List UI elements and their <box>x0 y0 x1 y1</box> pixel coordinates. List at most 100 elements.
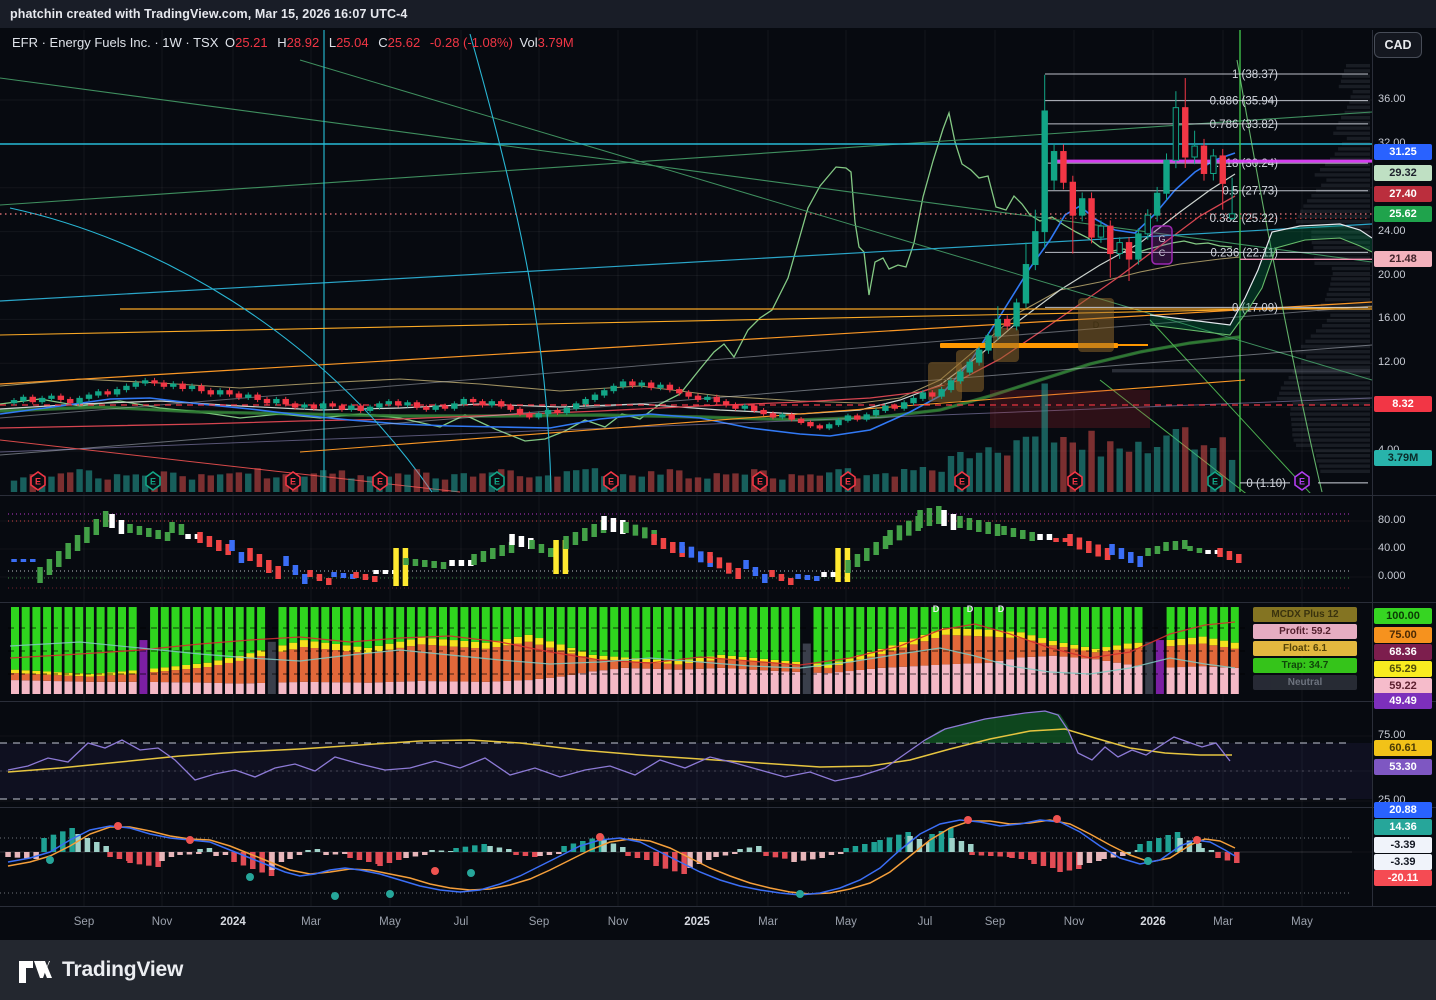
tradingview-logo-icon[interactable] <box>18 955 52 985</box>
macd-buy-dot <box>46 856 54 864</box>
mcdx-bar-segment <box>471 607 480 642</box>
mcdx-bar-segment <box>471 641 480 649</box>
currency-toggle-button[interactable]: CAD <box>1374 32 1422 58</box>
time-axis-label: Jul <box>453 916 469 928</box>
macd-hist-bar <box>146 852 152 866</box>
macd-hist-bar <box>1101 852 1107 859</box>
macd-hist-bar <box>213 852 219 856</box>
macd-sell-dot <box>186 836 194 844</box>
mcdx-bar-segment <box>899 666 908 694</box>
mcdx-legend-row[interactable]: Profit: 59.2 <box>1253 624 1357 639</box>
axis-tick-label: 24.00 <box>1378 224 1406 237</box>
mcdx-bar-segment <box>235 683 244 694</box>
macd-hist-bar <box>222 852 229 855</box>
volume-profile-row <box>1296 443 1370 447</box>
macd-hist-bar <box>1018 852 1025 859</box>
mcdx-bar-segment <box>1188 644 1196 667</box>
momentum-bar <box>1217 548 1223 557</box>
macd-hist-bar <box>377 852 383 866</box>
volume-bar <box>994 452 1002 492</box>
mcdx-bar-segment <box>781 607 790 661</box>
volume-bar <box>479 473 486 492</box>
svg-text:E: E <box>845 477 851 487</box>
mcdx-bar-segment <box>867 668 875 694</box>
macd-hist-bar <box>737 849 743 852</box>
mcdx-bar-segment <box>599 655 608 660</box>
chart-area[interactable]: D D D 1 (38.37) 0.886 (35.94) 0.786 (33.82) 0.… <box>0 28 1436 940</box>
mcdx-bar-segment <box>877 667 886 694</box>
candle <box>1182 107 1189 158</box>
mcdx-bar-segment <box>428 607 437 639</box>
momentum-bar <box>788 578 794 585</box>
macd-hist-bar <box>625 852 631 856</box>
gc-label-box[interactable] <box>1151 225 1173 265</box>
volume-bar <box>48 476 55 492</box>
mcdx-legend-row[interactable]: MCDX Plus 12 <box>1253 607 1357 622</box>
volume-profile-row <box>1325 298 1370 302</box>
volume-bar <box>1135 441 1142 492</box>
mcdx-bar-segment <box>235 660 244 684</box>
mcdx-legend-row[interactable]: Neutral <box>1253 675 1357 690</box>
mcdx-bar-segment <box>631 668 640 694</box>
momentum-bar <box>102 511 109 527</box>
mcdx-bar-segment <box>353 652 362 683</box>
svg-text:E: E <box>1299 477 1305 487</box>
price-badge: 20.88 <box>1374 802 1432 818</box>
mcdx-bar-segment <box>21 670 30 674</box>
time-axis-label: May <box>379 916 401 928</box>
svg-text:D: D <box>942 377 949 387</box>
time-axis-label: 2026 <box>1140 916 1166 928</box>
mcdx-bar-segment <box>974 636 982 664</box>
symbol-title[interactable]: EFR · Energy Fuels Inc. · 1W · TSX <box>12 35 222 50</box>
macd-hist-bar <box>862 844 868 852</box>
mcdx-bar-segment <box>1070 657 1079 694</box>
volume-bar <box>563 471 571 492</box>
momentum-bar <box>109 514 115 528</box>
mcdx-bar-segment <box>11 607 19 670</box>
svg-text:E: E <box>150 477 156 487</box>
candle <box>947 380 955 391</box>
mcdx-bar-segment <box>43 680 52 694</box>
chart-canvas[interactable]: D D D 1 (38.37) 0.886 (35.94) 0.786 (33.82) 0.… <box>0 28 1436 940</box>
volume-profile-row <box>1347 105 1370 109</box>
macd-hist-bar <box>487 846 493 852</box>
time-axis-label: Sep <box>73 916 95 928</box>
mcdx-bar-segment <box>118 607 126 672</box>
mcdx-bar-segment <box>578 673 587 694</box>
mcdx-bar-segment <box>460 640 469 648</box>
volume-bar <box>1060 437 1067 492</box>
volume-bar <box>647 471 655 492</box>
fib-level-label: 0.5 (27.73) <box>1222 186 1278 198</box>
symbol-info-bar[interactable]: EFR · Energy Fuels Inc. · 1W · TSX O25.2… <box>12 35 580 50</box>
macd-hist-bar <box>287 852 293 859</box>
mcdx-bar-segment <box>192 663 201 669</box>
mcdx-indicator-legend[interactable]: MCDX Plus 12 Profit: 59.2 Float: 6.1 Trap: … <box>1253 607 1357 692</box>
mcdx-bar-segment <box>1081 607 1089 647</box>
macd-hist-bar <box>610 843 617 852</box>
mcdx-bar-segment <box>1016 638 1025 658</box>
price-badge: 29.32 <box>1374 165 1432 182</box>
mcdx-bar-segment <box>749 669 758 694</box>
momentum-bar <box>283 556 289 566</box>
mcdx-legend-row[interactable]: Float: 6.1 <box>1253 641 1357 656</box>
macd-hist-bar <box>929 834 935 852</box>
candle <box>975 349 983 363</box>
mcdx-d-mark: D <box>967 604 974 614</box>
time-axis[interactable]: Sep Nov 2024 Mar May Jul Sep Nov 2025 Mar May Jul Se… <box>0 907 1436 940</box>
mcdx-bar-segment <box>225 662 233 684</box>
mcdx-bar-segment <box>439 607 447 640</box>
volume-profile-row <box>1330 282 1370 286</box>
momentum-bar <box>403 558 409 565</box>
mcdx-bar-segment <box>471 681 480 694</box>
mcdx-bar-segment <box>1209 607 1218 639</box>
svg-text:G: G <box>1158 234 1165 244</box>
candle <box>460 398 467 405</box>
volume-bar <box>1004 455 1011 492</box>
mcdx-bar-segment <box>524 634 533 642</box>
candle <box>825 424 833 429</box>
mcdx-legend-row[interactable]: Trap: 34.7 <box>1253 658 1357 673</box>
macd-hist-bar <box>103 846 109 852</box>
tradingview-brand-text[interactable]: TradingView <box>62 958 183 982</box>
candle <box>235 393 243 398</box>
volume-profile-row <box>1341 74 1370 78</box>
